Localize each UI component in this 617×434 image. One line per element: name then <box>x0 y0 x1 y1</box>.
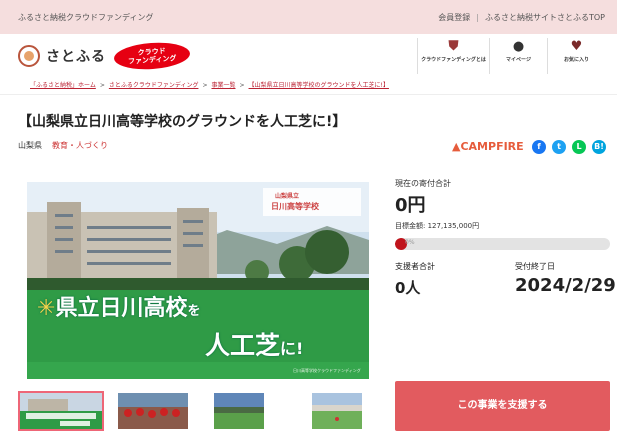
deadline-label: 受付終了日 <box>515 262 555 271</box>
crowdfunding-badge: クラウド ファンディング <box>113 40 191 72</box>
support-button[interactable]: この事業を支援する <box>395 381 610 431</box>
hero-headline1-suffix: を <box>187 304 201 319</box>
thumbnail-3-image <box>214 393 264 429</box>
thumbnail-4[interactable] <box>310 391 364 431</box>
nav-mypage-label: マイページ <box>506 57 531 63</box>
satofull-top-link[interactable]: ふるさと納税サイトさとふるTOP <box>485 13 605 22</box>
top-bar-links: 会員登録 | ふるさと納税サイトさとふるTOP <box>438 12 605 23</box>
hatena-share-icon[interactable]: B! <box>592 140 606 154</box>
breadcrumb-crowdfunding[interactable]: さとふるクラウドファンディング <box>109 82 199 89</box>
supporters-value: 0人 <box>395 279 421 297</box>
thumbnail-4-image <box>312 393 362 429</box>
badge-line2: ファンディング <box>127 54 177 66</box>
nav-mypage[interactable]: ● マイページ <box>489 38 547 74</box>
project-meta: 山梨県 教育・人づくり <box>18 140 108 151</box>
hero-image[interactable]: 山梨県立 日川高等学校 ✳県立日川高校を 人工芝に! 日川高等学校クラウドファン… <box>27 182 369 379</box>
total-label: 現在の寄付合計 <box>395 179 451 188</box>
shield-icon: ⛊ <box>448 39 459 54</box>
page-title: 【山梨県立日川高等学校のグラウンドを人工芝に!】 <box>18 114 347 130</box>
hero-headline1: ✳県立日川高校を <box>37 290 200 322</box>
thumbnail-3[interactable] <box>212 391 266 431</box>
thumbnail-2[interactable] <box>116 391 190 431</box>
prefecture-label: 山梨県 <box>18 141 42 150</box>
breadcrumb-sep: > <box>202 82 208 89</box>
hero-headline1-text: 県立日川高校 <box>55 296 188 321</box>
hero-school-tag: 山梨県立 <box>275 193 300 200</box>
nav-favorites-label: お気に入り <box>563 57 589 63</box>
hero-school-name: 日川高等学校 <box>271 202 319 211</box>
person-icon: ● <box>512 39 525 54</box>
campfire-text: CAMPFIRE <box>460 140 524 153</box>
breadcrumb-list[interactable]: 事業一覧 <box>211 82 235 89</box>
total-value: 0円 <box>395 195 426 216</box>
thumbnail-1[interactable] <box>18 391 104 431</box>
progress-text: 0% <box>405 239 415 246</box>
hero-headline2-suffix: に! <box>280 339 304 358</box>
nav-about-label: クラウドファンディングとは <box>421 57 486 63</box>
campfire-logo[interactable]: ▲CAMPFIRE <box>452 140 524 153</box>
line-share-icon[interactable]: L <box>572 140 586 154</box>
category-link[interactable]: 教育・人づくり <box>52 141 108 150</box>
header-nav: ⛊ クラウドファンディングとは ● マイページ ♥ お気に入り <box>417 38 605 74</box>
supporters-label: 支援者合計 <box>395 262 435 271</box>
nav-favorites[interactable]: ♥ お気に入り <box>547 38 605 74</box>
thumbnail-2-image <box>118 393 188 429</box>
goal-amount: 目標金額: 127,135,000円 <box>395 222 480 230</box>
top-bar: ふるさと納税クラウドファンディング 会員登録 | ふるさと納税サイトさとふるTOP <box>0 0 617 34</box>
link-separator: | <box>476 13 479 22</box>
facebook-share-icon[interactable]: f <box>532 140 546 154</box>
top-bar-brand: ふるさと納税クラウドファンディング <box>18 13 154 22</box>
hero-headline2-text: 人工芝 <box>205 331 281 360</box>
breadcrumb-sep: > <box>239 82 245 89</box>
hero-footer: 日川高等学校クラウドファンディング <box>293 368 361 373</box>
breadcrumb: 「ふるさと納税」ホーム > さとふるクラウドファンディング > 事業一覧 > 【山梨県立日川… <box>30 80 389 89</box>
breadcrumb-sep: > <box>99 82 105 89</box>
nav-about[interactable]: ⛊ クラウドファンディングとは <box>417 38 489 74</box>
logo-text: さとふる <box>46 49 106 65</box>
hero-headline2: 人工芝に! <box>205 326 303 362</box>
site-logo[interactable]: さとふる クラウド ファンディング <box>18 40 191 72</box>
twitter-share-icon[interactable]: t <box>552 140 566 154</box>
register-link[interactable]: 会員登録 <box>438 13 470 22</box>
thumbnail-1-image <box>20 393 102 429</box>
deadline-value: 2024/2/29 <box>515 275 616 296</box>
breadcrumb-home[interactable]: 「ふるさと納税」ホーム <box>30 82 96 89</box>
breadcrumb-current[interactable]: 【山梨県立日川高等学校のグラウンドを人工芝に!】 <box>249 82 389 89</box>
divider <box>0 94 617 95</box>
snowflake-icon: ✳ <box>37 296 56 321</box>
progress-bar: 0% <box>395 238 610 250</box>
heart-icon: ♥ <box>570 39 583 54</box>
funding-stats: 現在の寄付合計 0円 目標金額: 127,135,000円 0% 支援者合計 受… <box>395 178 616 297</box>
logo-mark-icon <box>18 45 40 67</box>
